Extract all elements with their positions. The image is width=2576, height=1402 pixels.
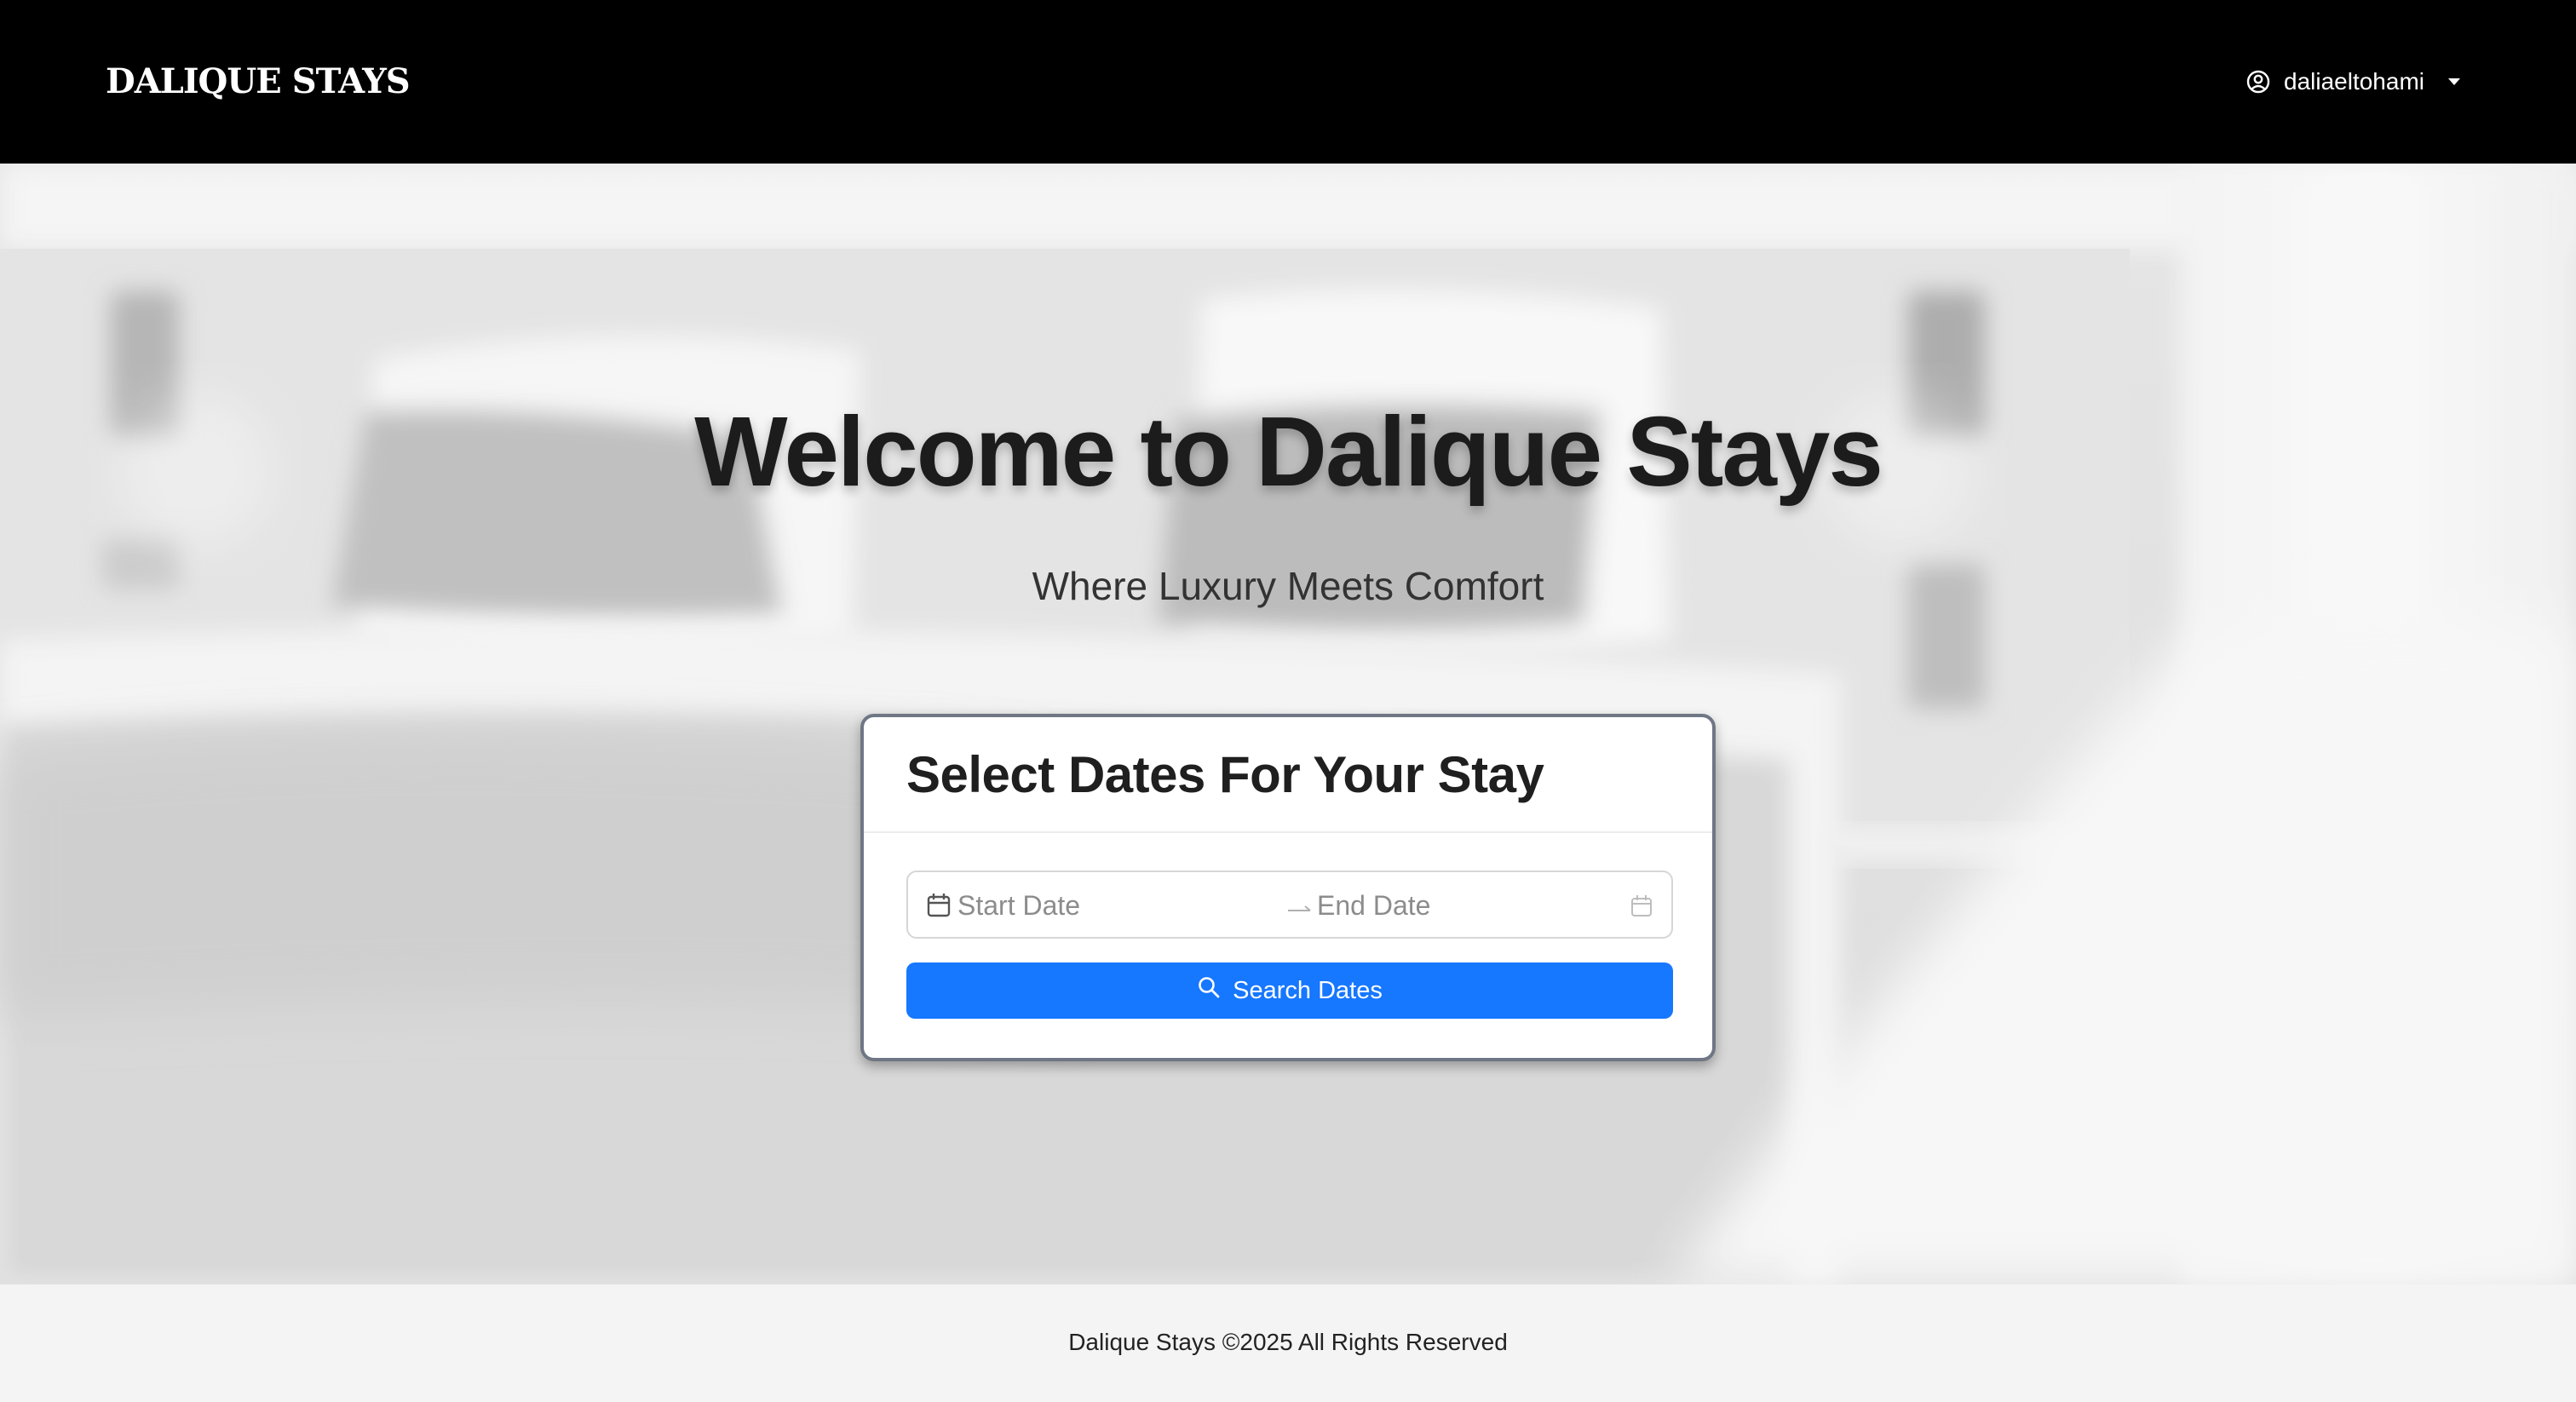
search-icon bbox=[1197, 975, 1221, 1006]
end-date-input[interactable]: End Date bbox=[1317, 889, 1430, 922]
footer-copyright: Dalique Stays ©2025 All Rights Reserved bbox=[1068, 1329, 1508, 1355]
start-date-input[interactable]: Start Date bbox=[957, 889, 1080, 922]
page-footer: Dalique Stays ©2025 All Rights Reserved bbox=[0, 1284, 2576, 1402]
user-name: daliaeltohami bbox=[2284, 68, 2424, 95]
search-button-label: Search Dates bbox=[1233, 976, 1383, 1004]
date-selection-card: Select Dates For Your Stay Start Date En… bbox=[860, 714, 1716, 1061]
search-dates-button[interactable]: Search Dates bbox=[906, 962, 1673, 1019]
calendar-icon bbox=[1630, 894, 1653, 922]
arrow-right-icon bbox=[1288, 903, 1312, 918]
app-root: DALIQUE STAYS daliaeltohami Welcome to D… bbox=[0, 0, 2576, 1402]
calendar-icon bbox=[927, 893, 951, 922]
top-navbar: DALIQUE STAYS daliaeltohami bbox=[0, 0, 2576, 164]
card-header: Select Dates For Your Stay bbox=[864, 717, 1712, 833]
brand-logo[interactable]: DALIQUE STAYS bbox=[106, 58, 411, 106]
hero-subtitle: Where Luxury Meets Comfort bbox=[1032, 564, 1544, 608]
date-range-picker[interactable]: Start Date End Date bbox=[906, 871, 1673, 939]
user-menu-dropdown[interactable]: daliaeltohami bbox=[2246, 61, 2462, 102]
card-title: Select Dates For Your Stay bbox=[906, 746, 1544, 803]
hero-title: Welcome to Dalique Stays bbox=[694, 396, 1883, 507]
user-circle-icon bbox=[2246, 70, 2270, 94]
caret-down-icon bbox=[2447, 77, 2462, 87]
